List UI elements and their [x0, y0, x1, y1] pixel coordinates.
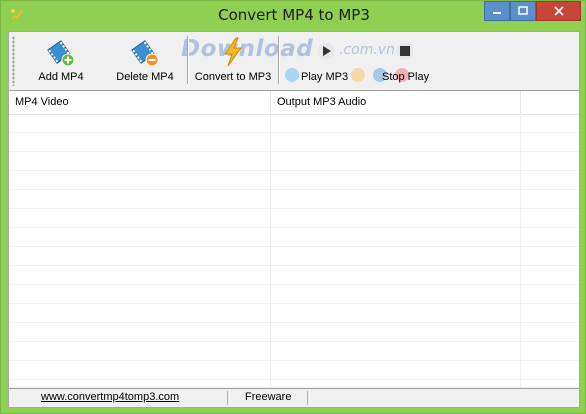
stop-play-button[interactable]: Stop Play: [381, 34, 435, 88]
column-header-mp4-video[interactable]: MP4 Video: [9, 91, 271, 114]
table-row[interactable]: [9, 285, 579, 304]
minimize-icon: [493, 12, 501, 14]
table-row[interactable]: [9, 266, 579, 285]
convert-to-mp3-button[interactable]: Convert to MP3: [192, 34, 274, 88]
toolbar: Download .com.vn Add MP4 Delete MP4 Conv…: [9, 32, 579, 91]
play-mp3-button[interactable]: Play MP3: [299, 34, 351, 88]
add-mp4-label: Add MP4: [38, 71, 84, 83]
stop-icon: [396, 42, 414, 60]
toolbar-separator: [278, 36, 280, 84]
table-row[interactable]: [9, 152, 579, 171]
table-row[interactable]: [9, 247, 579, 266]
stop-play-label: Stop Play: [382, 71, 430, 83]
table-row[interactable]: [9, 133, 579, 152]
table-row[interactable]: [9, 304, 579, 323]
maximize-icon: [518, 6, 528, 15]
status-bar: www.convertmp4tomp3.com Freeware: [9, 388, 579, 407]
table-row[interactable]: [9, 323, 579, 342]
table-row[interactable]: [9, 114, 579, 133]
toolbar-grip[interactable]: [12, 36, 15, 86]
table-row[interactable]: [9, 171, 579, 190]
file-list[interactable]: MP4 Video Output MP3 Audio: [9, 91, 579, 387]
table-row[interactable]: [9, 342, 579, 361]
play-mp3-label: Play MP3: [301, 71, 349, 83]
lightning-icon: [224, 37, 242, 67]
add-mp4-button[interactable]: Add MP4: [31, 34, 91, 88]
toolbar-separator: [187, 36, 189, 84]
status-divider: [307, 391, 308, 405]
table-row[interactable]: [9, 209, 579, 228]
watermark-dot: [351, 68, 365, 82]
close-icon: [553, 6, 564, 16]
delete-mp4-label: Delete MP4: [116, 71, 174, 83]
table-row[interactable]: [9, 190, 579, 209]
website-link[interactable]: www.convertmp4tomp3.com: [41, 391, 179, 403]
list-header: MP4 Video Output MP3 Audio: [9, 91, 579, 115]
play-icon: [317, 42, 335, 60]
title-bar[interactable]: Convert MP4 to MP3: [1, 1, 586, 31]
app-window: Convert MP4 to MP3 Download .com.vn Add …: [0, 0, 586, 414]
status-divider: [227, 391, 228, 405]
watermark-dot: [285, 68, 299, 82]
convert-to-mp3-label: Convert to MP3: [194, 71, 272, 83]
license-label: Freeware: [245, 391, 292, 403]
film-add-icon: [47, 40, 75, 67]
table-row[interactable]: [9, 361, 579, 380]
maximize-button[interactable]: [510, 1, 536, 21]
close-button[interactable]: [536, 1, 581, 21]
minimize-button[interactable]: [484, 1, 510, 21]
client-area: Download .com.vn Add MP4 Delete MP4 Conv…: [8, 31, 580, 408]
delete-mp4-button[interactable]: Delete MP4: [110, 34, 180, 88]
film-delete-icon: [131, 40, 159, 67]
column-header-output-mp3[interactable]: Output MP3 Audio: [271, 91, 521, 114]
column-header-filler: [521, 91, 579, 114]
table-row[interactable]: [9, 228, 579, 247]
